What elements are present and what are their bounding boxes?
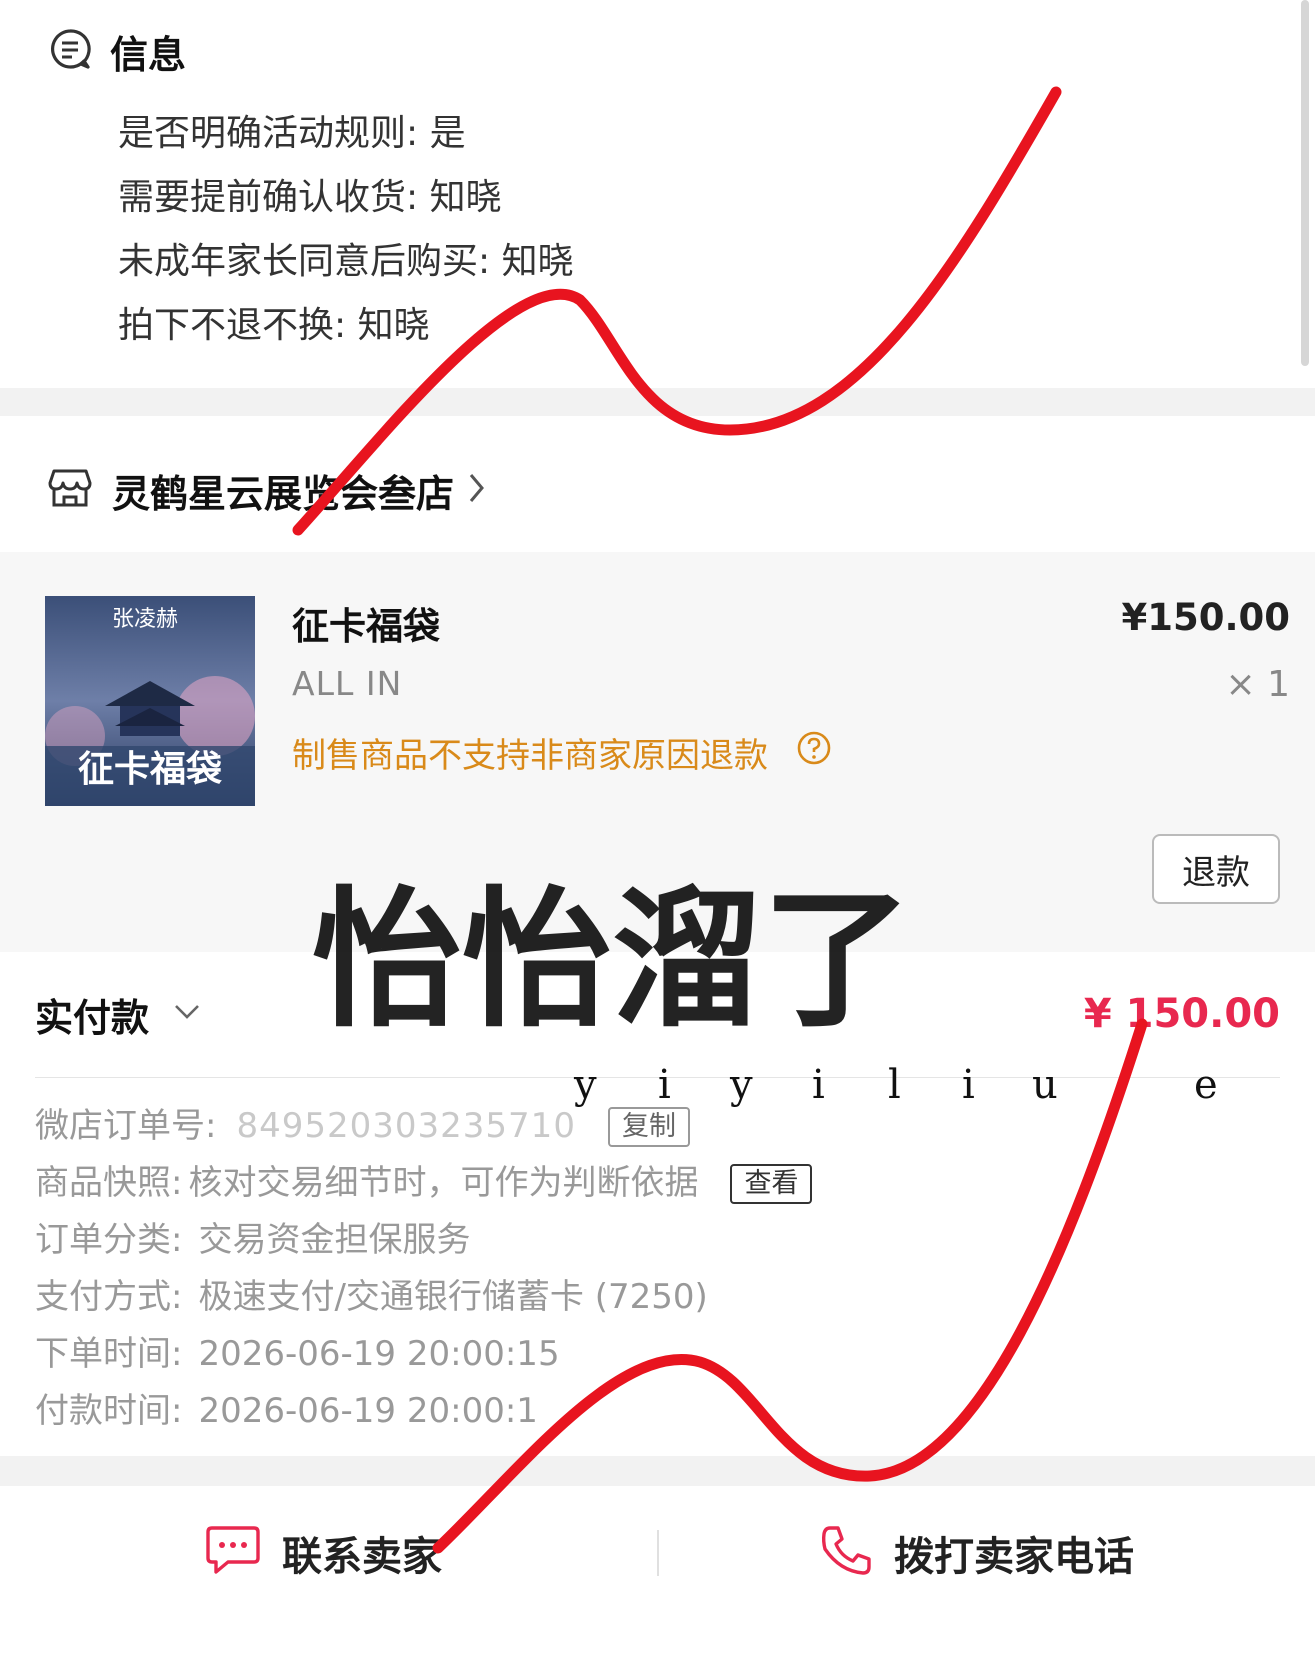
thumb-title: 征卡福袋 [78, 748, 222, 790]
watermark-letter: i [962, 1062, 975, 1108]
item-quantity: × 1 [1225, 664, 1290, 705]
order-details: 微店订单号: 849520303235710 复制 商品快照: 核对交易细节时，… [35, 1098, 813, 1440]
order-number-row: 微店订单号: 849520303235710 复制 [35, 1098, 812, 1155]
item-name: 征卡福袋 [292, 605, 440, 648]
snapshot-text: 核对交易细节时，可作为判断依据 [188, 1163, 699, 1203]
category-row: 订单分类: 交易资金担保服务 [35, 1212, 812, 1269]
order-item-card: 征卡福袋 张凌赫 征卡福袋 ALL IN 制售商品不支持非商家原因退款 ¥150… [0, 552, 1315, 952]
watermark-letter: e [1194, 1062, 1218, 1108]
shop-link[interactable]: 灵鹤星云展览会叁店 [48, 462, 486, 518]
pay-time-value: 2026-06-19 20:00:1 [198, 1391, 538, 1431]
category-label: 订单分类: [35, 1220, 183, 1260]
payment-label: 实付款 [35, 995, 150, 1040]
section-divider [0, 1456, 1315, 1486]
store-icon [48, 467, 92, 513]
help-icon[interactable] [796, 730, 832, 775]
info-title: 信息 [110, 32, 187, 77]
category-value: 交易资金担保服务 [198, 1220, 471, 1260]
item-sku: ALL IN [292, 664, 403, 703]
pay-method-label: 支付方式: [35, 1277, 183, 1317]
bottom-action-bar: 联系卖家 拨打卖家电话 [0, 1486, 1315, 1620]
product-thumbnail[interactable]: 征卡福袋 张凌赫 [45, 596, 255, 806]
order-number-label: 微店订单号: [35, 1106, 217, 1146]
thumb-name: 张凌赫 [112, 607, 178, 632]
watermark-letter: y [730, 1062, 753, 1108]
phone-icon [818, 1523, 874, 1583]
snapshot-row: 商品快照: 核对交易细节时，可作为判断依据 查看 [35, 1155, 813, 1212]
info-header: 信息 [48, 26, 187, 77]
watermark-letter: i [658, 1062, 671, 1108]
info-lines: 是否明确活动规则: 是 需要提前确认收货: 知晓 未成年家长同意后购买: 知晓 … [118, 102, 574, 358]
scrollbar[interactable] [1301, 0, 1309, 366]
contact-seller-label: 联系卖家 [282, 1534, 442, 1580]
pay-method-row: 支付方式: 极速支付/交通银行储蓄卡 (7250) [35, 1269, 812, 1326]
order-number-value: 849520303235710 [236, 1106, 576, 1146]
shop-name: 灵鹤星云展览会叁店 [112, 471, 455, 516]
section-divider [0, 388, 1315, 416]
info-line-confirm: 需要提前确认收货: 知晓 [118, 177, 502, 218]
refund-policy-text: 制售商品不支持非商家原因退款 [292, 736, 768, 776]
watermark-letter: i [812, 1062, 825, 1108]
view-snapshot-button[interactable]: 查看 [730, 1163, 813, 1204]
copy-button[interactable]: 复制 [607, 1106, 690, 1147]
refund-policy-note: 制售商品不支持非商家原因退款 [292, 728, 832, 777]
snapshot-label: 商品快照: [35, 1163, 183, 1203]
refund-button[interactable]: 退款 [1152, 834, 1280, 904]
contact-seller-button[interactable]: 联系卖家 [204, 1486, 442, 1620]
divider [657, 1530, 659, 1576]
pay-time-row: 付款时间: 2026-06-19 20:00:1 [35, 1383, 812, 1440]
watermark-letter: y [574, 1062, 597, 1108]
order-time-label: 下单时间: [35, 1334, 183, 1374]
info-line-rules: 是否明确活动规则: 是 [118, 113, 466, 154]
pay-method-value: 极速支付/交通银行储蓄卡 (7250) [198, 1277, 708, 1317]
order-time-row: 下单时间: 2026-06-19 20:00:15 [35, 1326, 812, 1383]
watermark-letter: l [888, 1062, 901, 1108]
chevron-right-icon [468, 471, 486, 509]
chat-bubble-icon [204, 1524, 262, 1582]
watermark-letter: u [1032, 1062, 1058, 1108]
item-price: ¥150.00 [1121, 596, 1290, 639]
chevron-down-icon [173, 1003, 201, 1025]
call-seller-label: 拨打卖家电话 [894, 1534, 1134, 1580]
order-time-value: 2026-06-19 20:00:15 [198, 1334, 560, 1374]
message-icon [48, 27, 92, 75]
call-seller-button[interactable]: 拨打卖家电话 [818, 1486, 1134, 1620]
payment-amount: ¥ 150.00 [1083, 991, 1280, 1037]
pay-time-label: 付款时间: [35, 1391, 183, 1431]
info-line-minor: 未成年家长同意后购买: 知晓 [118, 241, 574, 282]
info-line-no-return: 拍下不退不换: 知晓 [118, 305, 430, 346]
payment-row[interactable]: 实付款 ¥ 150.00 [35, 984, 1280, 1044]
